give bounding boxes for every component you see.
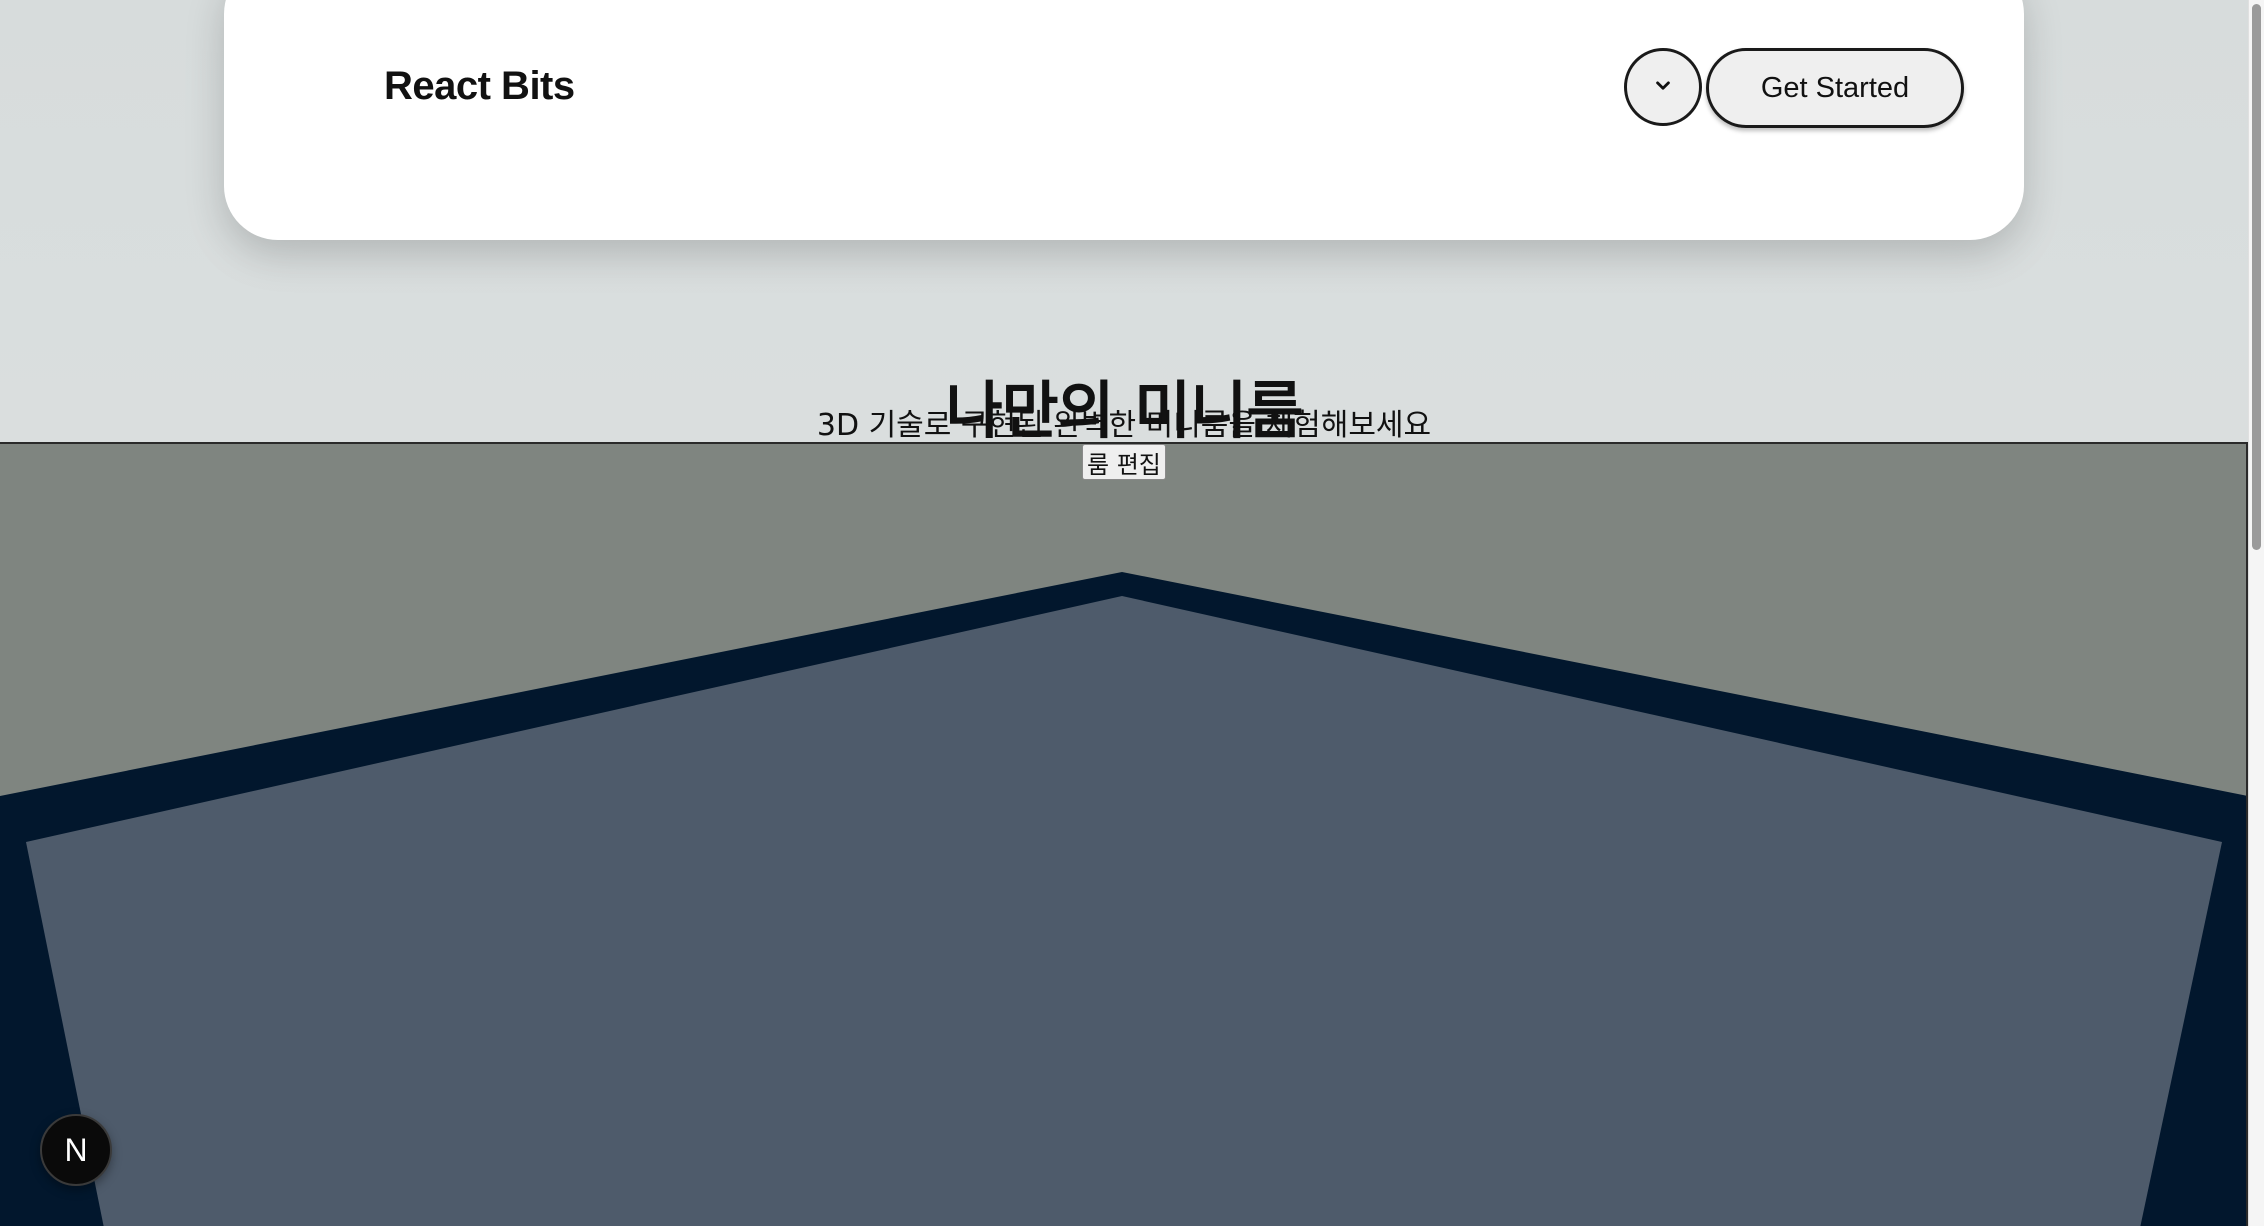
page: React Bits Get Started 나만의 미니룸 3D 기술로 구현… [0, 0, 2264, 1226]
menu-toggle-button[interactable] [1624, 48, 1702, 126]
chevron-down-icon [1650, 72, 1676, 102]
miniroom-3d-canvas[interactable] [0, 442, 2248, 1226]
navbar: React Bits Get Started [224, 0, 2024, 240]
page-subtitle: 3D 기술로 구현된 완벽한 미니룸을 체험해보세요 [816, 408, 1432, 443]
brand-logo-text[interactable]: React Bits [384, 64, 575, 109]
nextjs-dev-indicator[interactable]: N [40, 1114, 112, 1186]
vertical-scrollbar[interactable] [2248, 0, 2264, 1226]
scrollbar-thumb[interactable] [2252, 4, 2261, 550]
edit-room-button[interactable]: 룸 편집 [1082, 444, 1166, 480]
get-started-button[interactable]: Get Started [1706, 48, 1964, 128]
room-render [0, 444, 2246, 1226]
